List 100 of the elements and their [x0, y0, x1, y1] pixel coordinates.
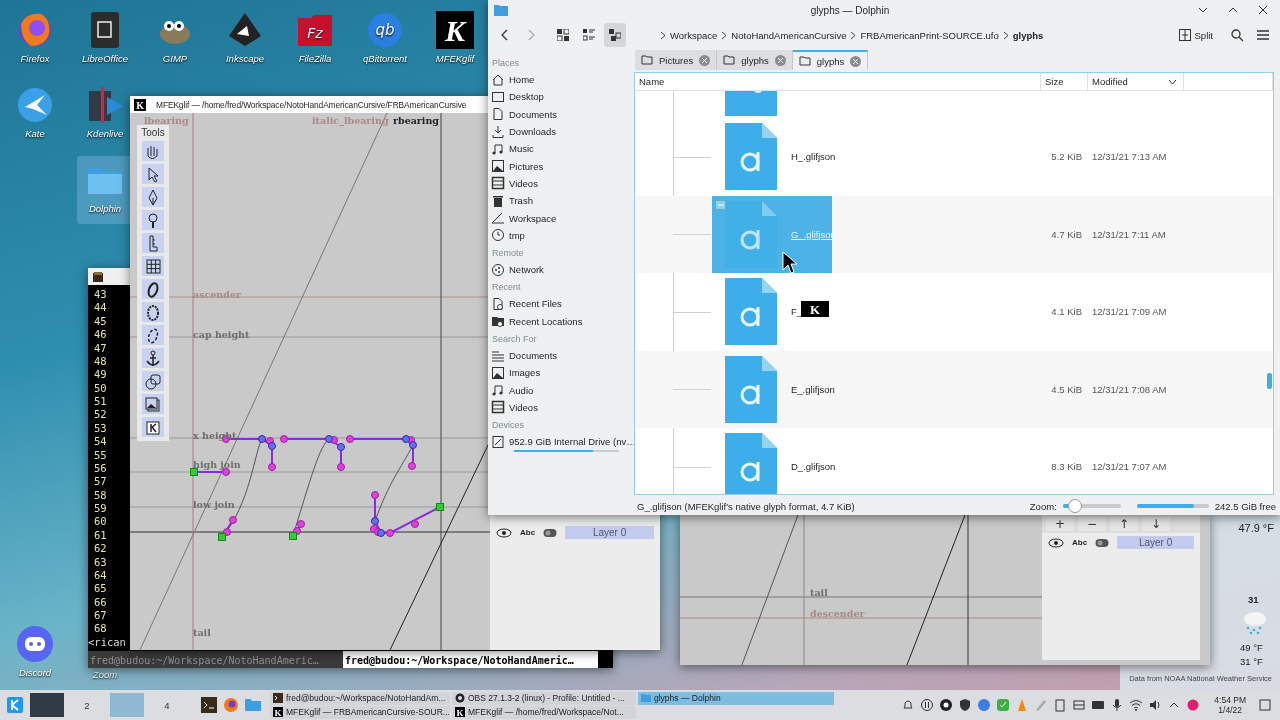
- desktop-shortcut[interactable]: Firefox: [7, 6, 63, 72]
- guide-label: x height: [193, 430, 237, 441]
- text-toggle[interactable]: Abc: [1072, 538, 1088, 547]
- sidebar-item[interactable]: Documents: [488, 346, 633, 365]
- task-button[interactable]: glyphs — Dolphin: [638, 691, 834, 705]
- tab[interactable]: Pictures: [635, 50, 718, 70]
- task-button[interactable]: fred@budou:~/Workspace/NotoHandAm...: [270, 691, 450, 705]
- slider-thumb[interactable]: [1068, 499, 1083, 513]
- sidebar-item[interactable]: Recent Locations: [488, 312, 633, 330]
- tool-button[interactable]: [142, 371, 164, 391]
- tree-view-icon: [609, 29, 621, 41]
- terminal-tab[interactable]: fred@budou:~/Workspace/NotoHandAmeric…: [88, 651, 343, 668]
- tool-button[interactable]: [142, 210, 164, 230]
- desktop-shortcut[interactable]: GIMP: [147, 6, 203, 72]
- tab[interactable]: glyphs: [717, 50, 793, 70]
- line-number: 47: [94, 341, 107, 355]
- sidebar-item[interactable]: tmp: [488, 226, 633, 244]
- sidebar-item[interactable]: Videos: [488, 398, 633, 417]
- column-header[interactable]: Name: [639, 76, 665, 87]
- app-icon: K: [435, 10, 475, 50]
- sidebar-item[interactable]: Videos: [488, 174, 633, 193]
- line-number: 62: [94, 542, 107, 556]
- line-number: 67: [94, 609, 107, 623]
- layer-button[interactable]: ↑: [1110, 517, 1138, 531]
- shield-icon: [958, 698, 973, 712]
- desktop-shortcut[interactable]: LibreOffice: [77, 6, 133, 72]
- place-icon: [491, 107, 505, 122]
- clock-time[interactable]: 4:54 PM: [1214, 695, 1246, 705]
- split-button[interactable]: Split: [1175, 23, 1216, 47]
- sidebar-item[interactable]: Trash: [488, 192, 633, 210]
- zoom-slider[interactable]: [1062, 500, 1121, 512]
- desktop-shortcut[interactable]: Fz FileZilla: [287, 6, 343, 72]
- tool-button[interactable]: [142, 302, 164, 322]
- clock-date[interactable]: 1/4/22: [1218, 705, 1242, 715]
- file-name: E_.glifjson: [791, 383, 835, 395]
- file-size: 5.2 KiB: [1050, 151, 1083, 163]
- task-button[interactable]: K MFEKglif — /home/fred/Workspace/Not...: [452, 705, 636, 719]
- breadcrumb-item[interactable]: glyphs: [1012, 29, 1044, 41]
- sidebar-item[interactable]: Workspace: [488, 209, 633, 227]
- layer-button[interactable]: ↓: [1142, 517, 1170, 531]
- sidebar-item[interactable]: Pictures: [488, 157, 633, 175]
- virtual-desktop[interactable]: 4: [150, 693, 184, 717]
- place-icon: [491, 72, 505, 87]
- task-button[interactable]: OBS 27.1.3-2 (linux) - Profile: Untitled - ...: [452, 691, 636, 705]
- sidebar-item[interactable]: Documents: [488, 105, 633, 123]
- breadcrumb-item[interactable]: Workspace: [670, 29, 718, 41]
- place-icon: [491, 176, 505, 191]
- text-toggle[interactable]: Abc: [520, 528, 536, 537]
- terminal-tab[interactable]: fred@budou:~/Workspace/NotoHandAmeric…: [343, 651, 598, 668]
- tool-button[interactable]: [142, 348, 164, 368]
- details-view-button[interactable]: [604, 23, 626, 47]
- layer-button[interactable]: +: [1046, 517, 1074, 531]
- layer-button[interactable]: −: [1078, 517, 1106, 531]
- desktop-shortcut[interactable]: Inkscape: [217, 6, 273, 72]
- file-icon: [725, 200, 777, 268]
- scrollbar-handle[interactable]: [1267, 373, 1272, 389]
- tool-button[interactable]: [142, 187, 164, 207]
- sidebar-item[interactable]: Downloads: [488, 122, 633, 141]
- sidebar-item[interactable]: Music: [488, 140, 633, 158]
- tool-button[interactable]: [142, 394, 164, 414]
- layer-name[interactable]: Layer 0: [565, 526, 654, 539]
- tool-button[interactable]: [142, 256, 164, 276]
- tool-button[interactable]: [142, 279, 164, 299]
- sidebar-item[interactable]: Network: [488, 260, 633, 279]
- task-button[interactable]: K MFEKglif — FRBAmericanCursive-SOUR...: [270, 705, 450, 719]
- desktop-shortcut[interactable]: K MFEKglif: [427, 6, 483, 72]
- tool-button[interactable]: [142, 417, 164, 437]
- close-tab-icon[interactable]: [850, 55, 862, 67]
- file-item[interactable]: D_.glifjson: [712, 428, 839, 494]
- file-item[interactable]: E_.glifjson: [712, 350, 838, 428]
- desktop-shortcut[interactable]: Kdenlive: [77, 81, 133, 147]
- select-toggle-icon[interactable]: [715, 199, 727, 210]
- desktop-shortcut[interactable]: Kate: [7, 81, 63, 147]
- sort-caret-icon: [1168, 78, 1177, 85]
- close-icon: [776, 56, 784, 64]
- desktop-shortcut[interactable]: qb qBittorrent: [357, 6, 413, 72]
- tab[interactable]: glyphs: [792, 50, 869, 70]
- sidebar-item[interactable]: Audio: [488, 381, 633, 399]
- sidebar-item[interactable]: Recent Files: [488, 295, 633, 313]
- sidebar-item[interactable]: Desktop: [488, 88, 633, 106]
- breadcrumb-item[interactable]: NotoHandAmericanCursive: [731, 29, 847, 41]
- sidebar-item[interactable]: Images: [488, 364, 633, 382]
- sidebar-item[interactable]: 952.9 GiB Internal Drive (nv…: [488, 433, 633, 451]
- tool-button[interactable]: [142, 164, 164, 184]
- guide-label: rbearing: [393, 115, 439, 126]
- column-header[interactable]: Modified: [1092, 76, 1128, 87]
- virtual-desktop[interactable]: 2: [70, 693, 104, 717]
- sidebar-item[interactable]: Home: [488, 71, 633, 89]
- layer-name[interactable]: Layer 0: [1117, 536, 1194, 549]
- place-icon: [491, 262, 505, 277]
- app-icon: [15, 85, 55, 125]
- tool-button[interactable]: [142, 233, 164, 253]
- close-tab-icon[interactable]: [699, 54, 711, 66]
- breadcrumb-item[interactable]: FRBAmericanPrint-SOURCE.ufo: [860, 29, 999, 41]
- column-header[interactable]: Size: [1045, 76, 1064, 87]
- close-tab-icon[interactable]: [774, 54, 786, 66]
- app-icon: qb: [365, 10, 405, 50]
- file-item[interactable]: H_.glifjson: [712, 118, 839, 196]
- tool-button[interactable]: [142, 325, 164, 345]
- guide-label: lbearing: [144, 115, 189, 126]
